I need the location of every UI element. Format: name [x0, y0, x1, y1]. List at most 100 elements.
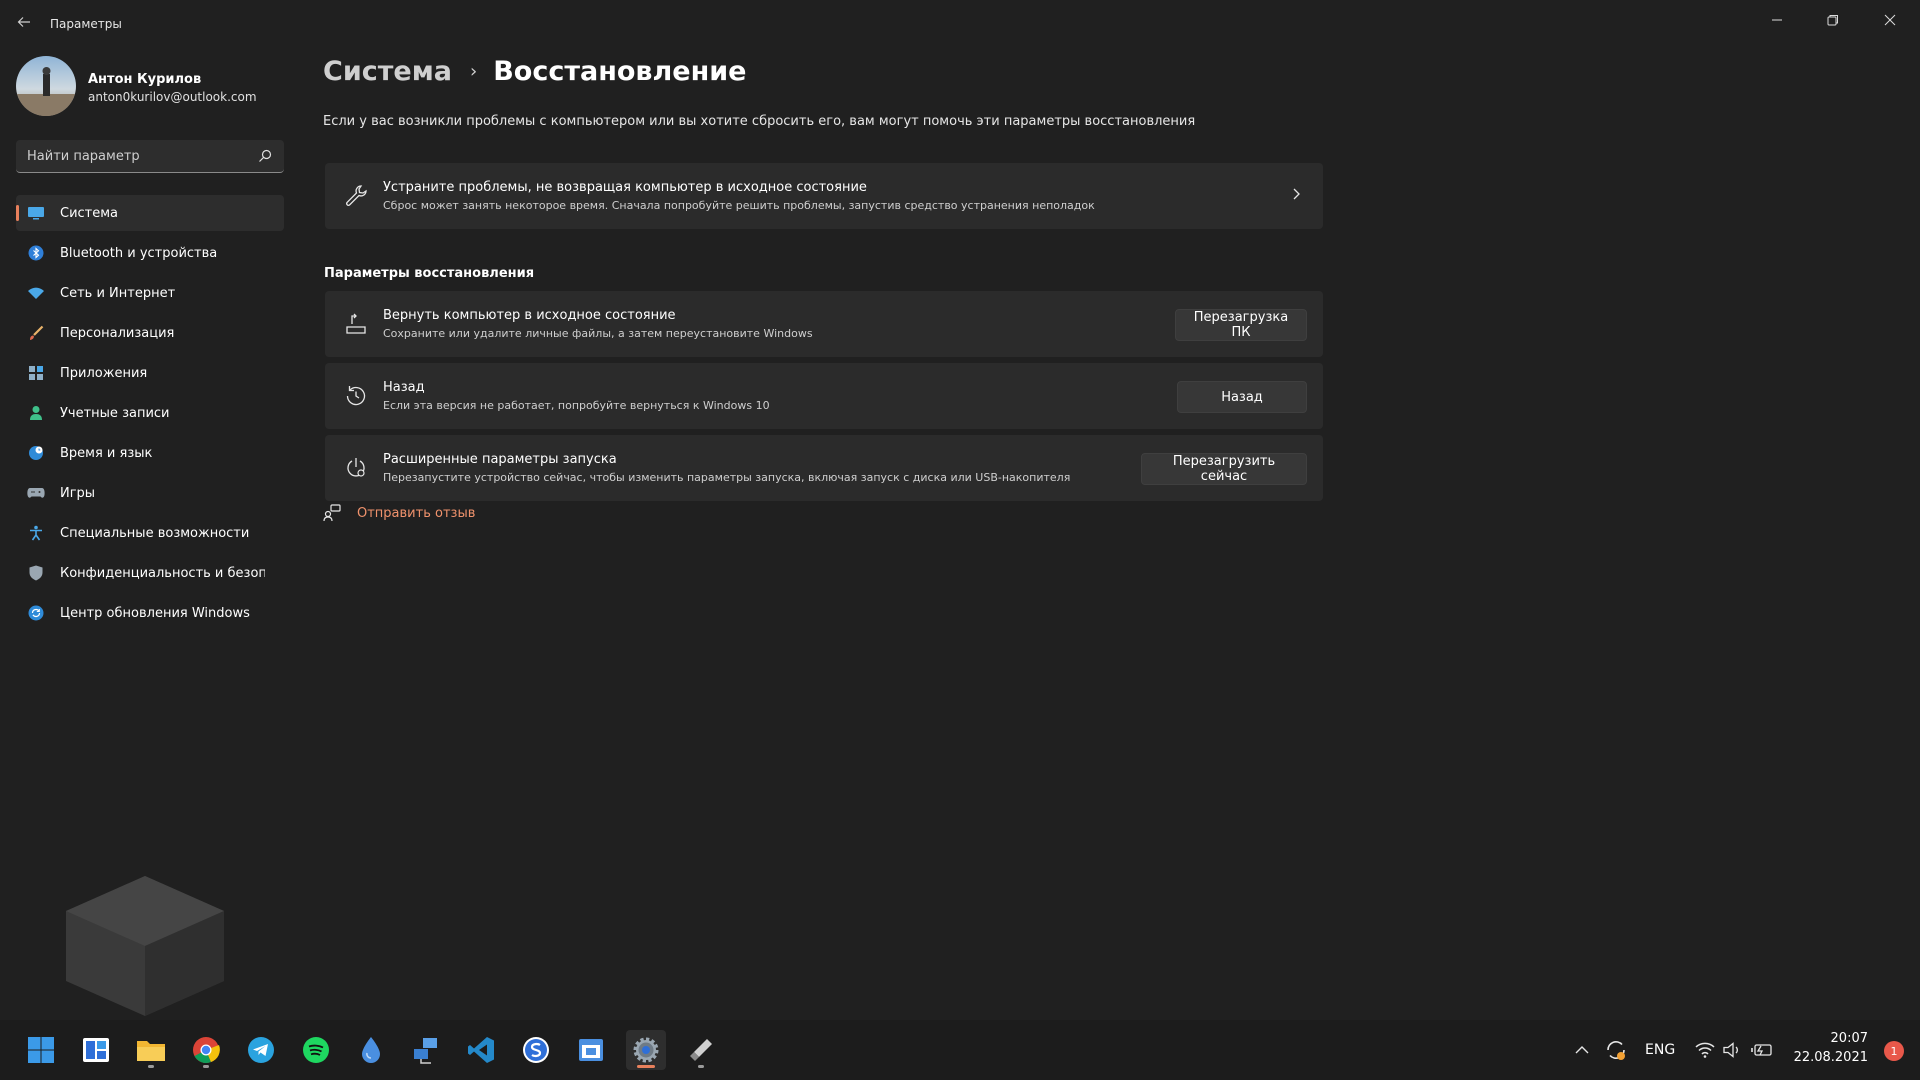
sidebar-item-label: Центр обновления Windows: [60, 605, 250, 621]
close-button[interactable]: [1862, 0, 1918, 40]
bluetooth-icon: [26, 243, 46, 263]
sidebar-item-windows-update[interactable]: Центр обновления Windows: [16, 595, 284, 631]
sidebar-item-gaming[interactable]: Игры: [16, 475, 284, 511]
taskbar-widgets[interactable]: [76, 1030, 116, 1070]
accessibility-icon: [26, 523, 46, 543]
taskbar-telegram[interactable]: [241, 1030, 281, 1070]
page-title: Восстановление: [493, 56, 747, 87]
minimize-icon: [1772, 19, 1782, 21]
taskbar-chrome[interactable]: [186, 1030, 226, 1070]
sidebar-item-label: Игры: [60, 485, 96, 501]
vscode-icon: [468, 1037, 494, 1063]
brush-icon: [26, 323, 46, 343]
clock-time: 20:07: [1830, 1031, 1868, 1046]
settings-gear-icon: [633, 1037, 659, 1063]
sidebar-item-accessibility[interactable]: Специальные возможности: [16, 515, 284, 551]
reset-pc-button[interactable]: Перезагрузка ПК: [1175, 309, 1307, 341]
taskbar-start-button[interactable]: [21, 1030, 61, 1070]
wrench-icon: [346, 185, 367, 206]
person-icon: [26, 403, 46, 423]
title-bar: Параметры: [0, 0, 1920, 44]
wifi-tray-icon: [1695, 1042, 1715, 1058]
breadcrumb-parent[interactable]: Система: [323, 56, 452, 87]
sidebar-item-personalization[interactable]: Персонализация: [16, 315, 284, 351]
search-input[interactable]: Найти параметр: [16, 140, 284, 173]
sidebar-item-system[interactable]: Система: [16, 195, 284, 231]
chevron-right-icon: [1293, 188, 1300, 200]
restart-now-button[interactable]: Перезагрузить сейчас: [1141, 453, 1307, 485]
sidebar-item-label: Сеть и Интернет: [60, 285, 176, 301]
feedback-link[interactable]: Отправить отзыв: [357, 506, 475, 521]
sidebar-item-network[interactable]: Сеть и Интернет: [16, 275, 284, 311]
spotify-icon: [303, 1037, 329, 1063]
minimize-button[interactable]: [1749, 0, 1805, 40]
avatar: [16, 56, 76, 116]
network-computers-icon: [414, 1038, 437, 1064]
chevron-up-icon: [1575, 1046, 1589, 1054]
reset-pc-card: Вернуть компьютер в исходное состояние С…: [325, 291, 1323, 357]
language-indicator[interactable]: ENG: [1645, 1020, 1675, 1080]
apps-icon: [26, 363, 46, 383]
card-title: Устраните проблемы, не возвращая компьют…: [383, 180, 867, 195]
taskbar-calendar[interactable]: [571, 1030, 611, 1070]
gamepad-icon: [26, 483, 46, 503]
taskbar-settings[interactable]: [626, 1030, 666, 1070]
restore-button[interactable]: [1805, 0, 1861, 40]
taskbar-network-app[interactable]: [406, 1030, 446, 1070]
sidebar-nav: Система Bluetooth и устройства Сеть и Ин…: [16, 195, 284, 635]
calendar-icon: [579, 1039, 603, 1061]
search-placeholder: Найти параметр: [27, 149, 140, 164]
sidebar-item-time-language[interactable]: Время и язык: [16, 435, 284, 471]
telegram-icon: [248, 1037, 274, 1063]
volume-icon: [1723, 1042, 1738, 1058]
taskbar-file-explorer[interactable]: [131, 1030, 171, 1070]
card-title: Расширенные параметры запуска: [383, 452, 617, 467]
search-icon: [259, 149, 272, 162]
running-indicator: [148, 1065, 154, 1068]
taskbar-clock[interactable]: 20:07 22.08.2021: [1794, 1031, 1868, 1065]
tray-overflow-button[interactable]: [1574, 1020, 1590, 1080]
back-button[interactable]: [12, 10, 36, 34]
card-subtitle: Перезапустите устройство сейчас, чтобы и…: [383, 471, 1071, 484]
feedback-link-row[interactable]: Отправить отзыв: [323, 504, 475, 522]
app-title: Параметры: [50, 17, 122, 31]
sidebar-item-label: Bluetooth и устройства: [60, 245, 218, 261]
troubleshoot-card[interactable]: Устраните проблемы, не возвращая компьют…: [325, 163, 1323, 229]
battery-icon: [1751, 1044, 1772, 1056]
close-icon: [1884, 14, 1896, 26]
section-header: Параметры восстановления: [324, 266, 535, 281]
sidebar-item-bluetooth[interactable]: Bluetooth и устройства: [16, 235, 284, 271]
card-subtitle: Сохраните или удалите личные файлы, а за…: [383, 327, 813, 340]
card-title: Вернуть компьютер в исходное состояние: [383, 308, 676, 323]
sidebar-item-label: Время и язык: [60, 445, 153, 461]
shield-icon: [26, 563, 46, 583]
taskbar-usb-tool[interactable]: [681, 1030, 721, 1070]
running-indicator: [698, 1065, 704, 1068]
widgets-icon: [83, 1038, 109, 1062]
taskbar-s-app[interactable]: [516, 1030, 556, 1070]
windows-logo-icon: [28, 1037, 54, 1063]
taskbar-spotify[interactable]: [296, 1030, 336, 1070]
sidebar-item-label: Персонализация: [60, 325, 175, 341]
user-profile[interactable]: Антон Курилов anton0kurilov@outlook.com: [16, 56, 286, 120]
taskbar-vscode[interactable]: [461, 1030, 501, 1070]
advanced-startup-card: Расширенные параметры запуска Перезапуст…: [325, 435, 1323, 501]
advanced-startup-icon: [347, 458, 365, 477]
tray-quick-settings[interactable]: [1695, 1020, 1773, 1080]
breadcrumb-separator: ›: [470, 61, 478, 82]
taskbar-droplet-app[interactable]: [351, 1030, 391, 1070]
sidebar-item-accounts[interactable]: Учетные записи: [16, 395, 284, 431]
update-icon: [26, 603, 46, 623]
sidebar-item-privacy[interactable]: Конфиденциальность и безопасность: [16, 555, 284, 591]
profile-name: Антон Курилов: [88, 72, 202, 87]
clock-date: 22.08.2021: [1793, 1050, 1868, 1065]
usb-drive-icon: [690, 1039, 712, 1061]
page-description: Если у вас возникли проблемы с компьютер…: [323, 114, 1196, 129]
sidebar-item-apps[interactable]: Приложения: [16, 355, 284, 391]
tray-sync-app[interactable]: [1604, 1020, 1628, 1080]
notification-badge[interactable]: 1: [1884, 1041, 1904, 1061]
history-icon: [346, 386, 366, 406]
go-back-button[interactable]: Назад: [1177, 381, 1307, 413]
card-title: Назад: [383, 380, 425, 395]
sidebar-item-label: Приложения: [60, 365, 148, 381]
